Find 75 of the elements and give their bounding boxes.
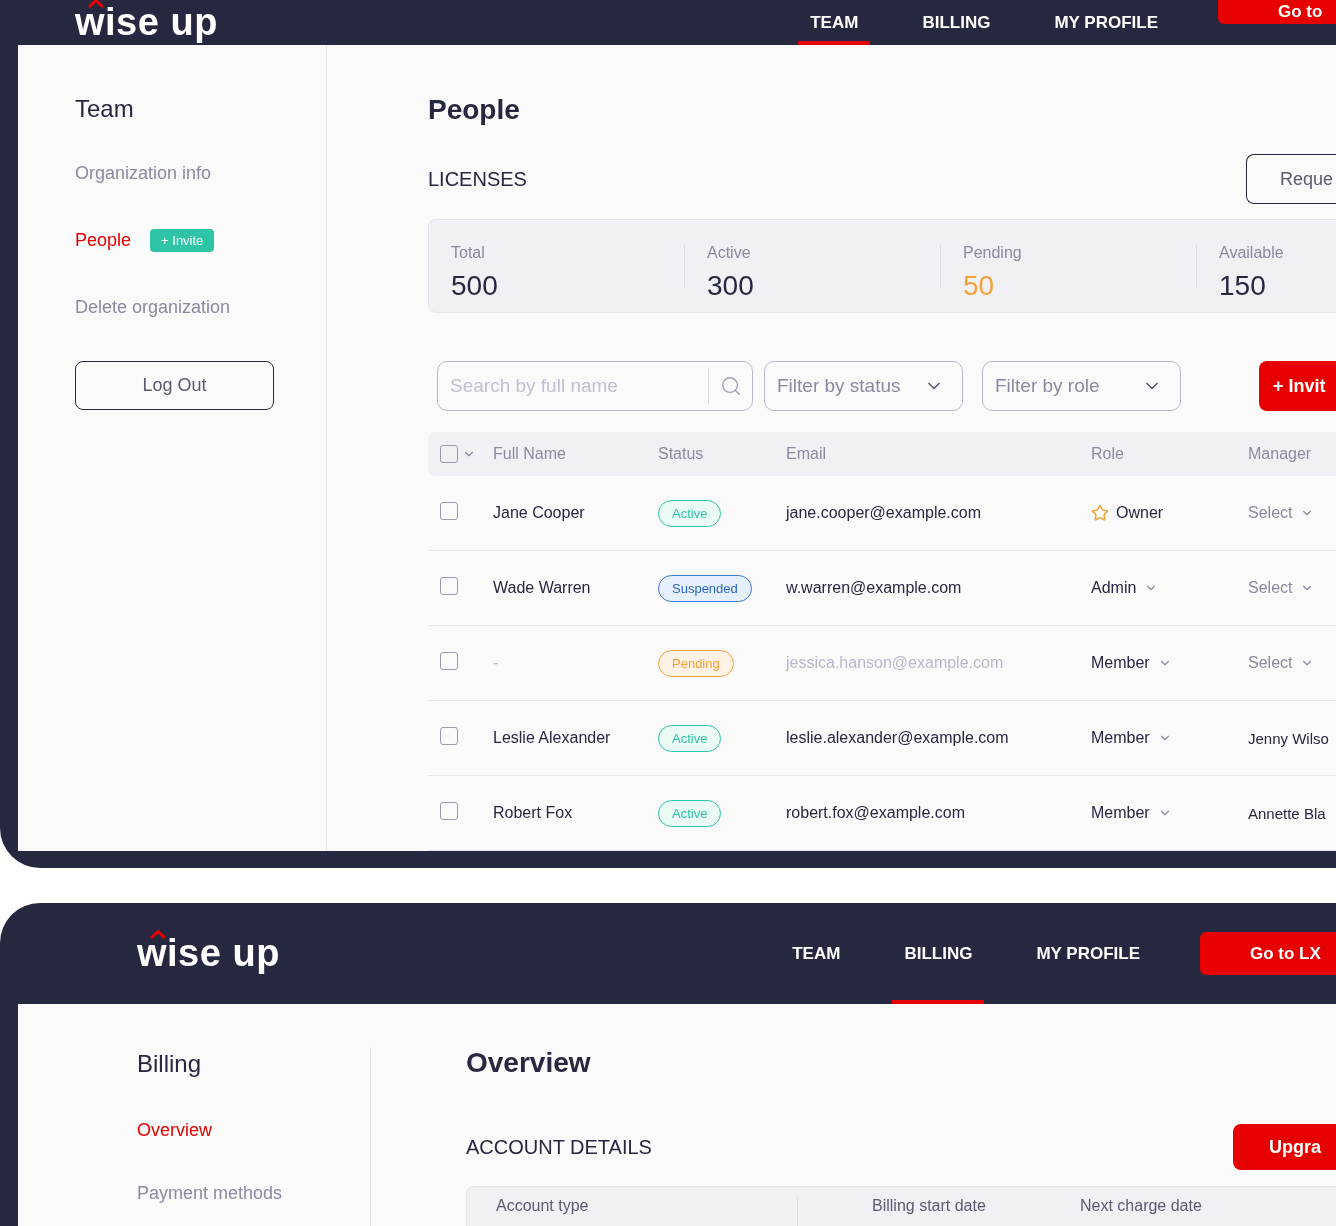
select-all-checkbox[interactable] — [440, 445, 458, 463]
stat-label: Total — [451, 244, 486, 262]
sidebar-item[interactable]: Payment methods — [137, 1183, 283, 1204]
row-checkbox[interactable] — [440, 502, 458, 520]
email-cell-text: jessica.hanson@example.com — [786, 654, 1005, 672]
stat-label: Available — [1219, 244, 1285, 262]
name-cell-text: Leslie Alexander — [493, 729, 612, 747]
email-cell-text: w.warren@example.com — [786, 579, 963, 597]
sidebar-title: Billing — [137, 1050, 203, 1078]
nav-tab[interactable]: MY PROFILE — [1024, 903, 1152, 1004]
name-cell-text: Wade Warren — [493, 579, 592, 597]
sidebar-item[interactable]: Delete organization — [75, 297, 231, 318]
row-checkbox[interactable] — [440, 802, 458, 820]
status-badge: Active — [658, 799, 722, 827]
name-cell-text: Jane Cooper — [493, 504, 586, 522]
role-dropdown[interactable]: Member — [1091, 729, 1172, 747]
detail-label: Billing start date — [797, 1197, 1051, 1226]
manager-dropdown[interactable]: Select — [1248, 504, 1315, 522]
manager-dropdown[interactable]: Select — [1248, 654, 1315, 672]
primary-button[interactable]: + Invit — [1259, 361, 1336, 411]
name-cell-text: - — [493, 654, 500, 672]
role-dropdown[interactable]: Member — [1091, 804, 1172, 822]
status-badge: Active — [658, 499, 722, 527]
nav-tab[interactable]: TEAM — [780, 903, 853, 1004]
stat-value: 300 — [707, 270, 755, 302]
manager-dropdown[interactable]: Select — [1248, 579, 1315, 597]
go-to-button[interactable]: Go to LX — [1200, 932, 1336, 975]
go-to-button[interactable]: Go to — [1218, 0, 1336, 24]
detail-label: Next charge date — [1079, 1197, 1203, 1216]
name-cell-text: Robert Fox — [493, 804, 574, 822]
column-header: Status — [658, 445, 705, 463]
nav-tab[interactable]: BILLING — [910, 0, 1003, 45]
logo: wise up — [75, 1, 218, 44]
manager-cell-text: Annette Bla — [1248, 804, 1327, 822]
stat-value: 500 — [451, 270, 499, 302]
filter-dropdown[interactable]: Filter by role — [982, 361, 1181, 411]
search-field[interactable]: Search by full name — [437, 361, 753, 411]
search-icon[interactable] — [720, 375, 742, 397]
column-header: Manager — [1248, 445, 1313, 463]
role-cell: Owner — [1116, 504, 1164, 522]
email-cell-text: leslie.alexander@example.com — [786, 729, 1010, 747]
page-title: People — [428, 94, 521, 126]
status-badge: Active — [658, 724, 722, 752]
request-button[interactable]: Reque — [1246, 154, 1336, 204]
stat-value: 150 — [1219, 270, 1267, 302]
status-badge: Suspended — [658, 574, 752, 602]
row-checkbox[interactable] — [440, 652, 458, 670]
sidebar-item[interactable]: Overview — [137, 1120, 212, 1141]
stat-label: Active — [707, 244, 752, 262]
role-dropdown[interactable]: Member — [1091, 654, 1172, 672]
column-header: Role — [1091, 445, 1125, 463]
log-out-button[interactable]: Log Out — [75, 361, 274, 410]
section-title: ACCOUNT DETAILS — [466, 1135, 652, 1159]
email-cell-text: robert.fox@example.com — [786, 804, 966, 822]
column-header: Full Name — [493, 445, 567, 463]
logo: wise up — [137, 932, 280, 975]
detail-label: Account type — [495, 1197, 590, 1216]
section-title: LICENSES — [428, 167, 527, 191]
sidebar-item[interactable]: Organization info — [75, 163, 212, 184]
page-title: Overview — [466, 1047, 592, 1079]
stat-value: 50 — [963, 270, 996, 302]
sidebar-item[interactable]: People — [75, 230, 132, 251]
row-checkbox[interactable] — [440, 727, 458, 745]
star-icon — [1091, 504, 1109, 522]
role-dropdown[interactable]: Admin — [1091, 579, 1159, 597]
nav-tab[interactable]: MY PROFILE — [1042, 0, 1170, 45]
row-checkbox[interactable] — [440, 577, 458, 595]
filter-dropdown[interactable]: Filter by status — [764, 361, 963, 411]
sidebar-title: Team — [75, 95, 135, 123]
column-header: Email — [786, 445, 827, 463]
email-cell-text: jane.cooper@example.com — [786, 504, 982, 522]
status-badge: Pending — [658, 649, 734, 677]
upgrade-button[interactable]: Upgra — [1233, 1124, 1336, 1170]
stat-label: Pending — [963, 244, 1023, 262]
manager-cell-text: Jenny Wilso — [1248, 729, 1330, 747]
